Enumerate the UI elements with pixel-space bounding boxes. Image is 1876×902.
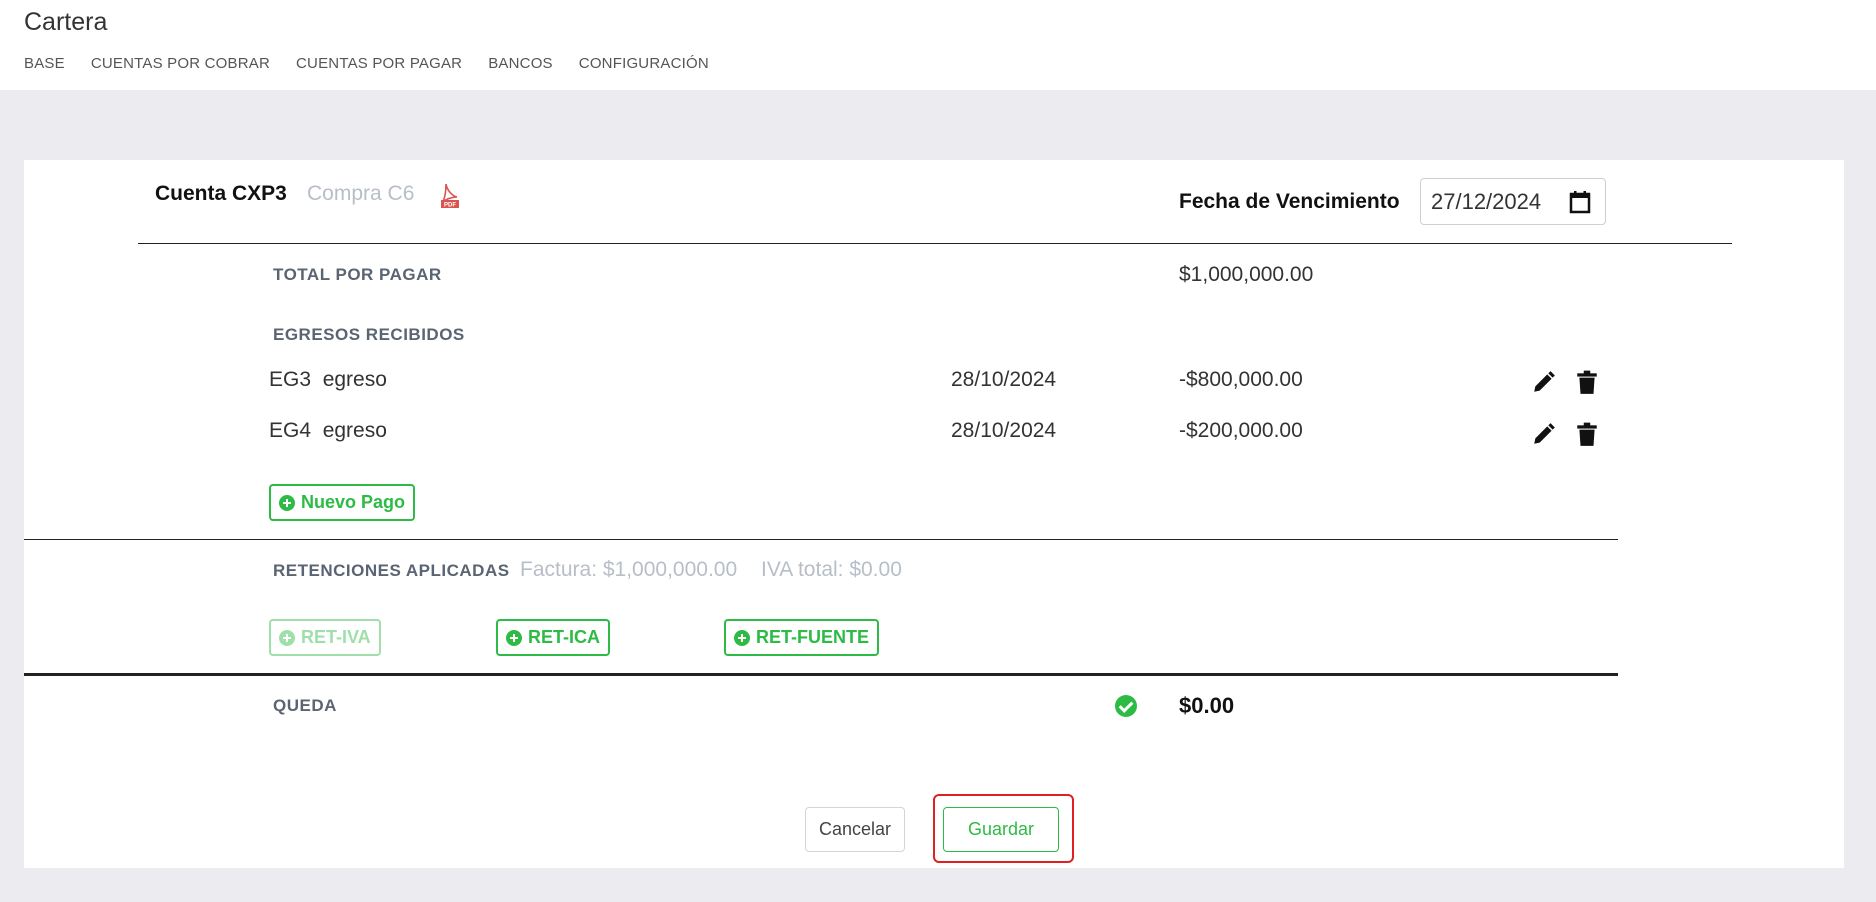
purchase-link[interactable]: Compra C6 [307,182,414,206]
ret-fuente-button[interactable]: RET-FUENTE [724,619,880,656]
main-nav: BASE CUENTAS POR COBRAR CUENTAS POR PAGA… [24,55,735,72]
header-divider [138,243,1732,244]
ret-ica-label: RET-ICA [528,627,600,647]
queda-value: $0.00 [1179,693,1235,718]
trash-icon[interactable] [1574,369,1600,395]
nav-item-base[interactable]: BASE [24,55,65,72]
egreso-amount: -$200,000.00 [1179,419,1303,442]
save-button[interactable]: Guardar [943,807,1059,852]
retenciones-label: RETENCIONES APLICADAS [273,561,510,580]
pdf-file-icon[interactable]: PDF [440,182,460,208]
plus-circle-icon [279,629,295,646]
egresos-divider [24,539,1618,540]
new-payment-label: Nuevo Pago [301,492,406,512]
iva-total: IVA total: $0.00 [761,558,902,581]
egreso-name: EG4 egreso [269,419,387,442]
app-title: Cartera [24,8,108,36]
ret-ica-button[interactable]: RET-ICA [496,619,610,656]
cancel-button[interactable]: Cancelar [805,807,905,852]
check-circle-icon [1115,695,1137,717]
svg-text:PDF: PDF [444,203,456,209]
account-title: Cuenta CXP3 [155,182,287,205]
ret-iva-button[interactable]: RET-IVA [269,619,381,656]
egresos-label: EGRESOS RECIBIDOS [273,325,465,344]
queda-label: QUEDA [273,696,337,715]
trash-icon[interactable] [1574,421,1600,447]
due-date-value: 27/12/2024 [1431,188,1542,214]
nav-item-configuracion[interactable]: CONFIGURACIÓN [579,55,709,72]
nav-item-cuentas-por-pagar[interactable]: CUENTAS POR PAGAR [296,55,462,72]
new-payment-button[interactable]: Nuevo Pago [269,484,416,521]
total-value: $1,000,000.00 [1179,263,1314,286]
egreso-date: 28/10/2024 [951,368,1057,391]
due-date-label: Fecha de Vencimiento [1179,190,1400,213]
ret-fuente-label: RET-FUENTE [756,627,870,647]
due-date-input[interactable]: 27/12/2024 [1420,178,1606,225]
edit-icon[interactable] [1531,369,1557,395]
egreso-date: 28/10/2024 [951,419,1057,442]
account-card: Cuenta CXP3 Compra C6 PDF Fecha de Venci… [24,160,1844,868]
factura-total: Factura: $1,000,000.00 [520,558,738,581]
edit-icon[interactable] [1531,421,1557,447]
plus-circle-icon [279,494,295,511]
egreso-name: EG3 egreso [269,368,387,391]
plus-circle-icon [734,629,750,646]
ret-iva-label: RET-IVA [301,627,371,647]
calendar-icon[interactable] [1569,190,1591,214]
plus-circle-icon [506,629,522,646]
top-bar: Cartera BASE CUENTAS POR COBRAR CUENTAS … [0,0,1876,90]
egreso-amount: -$800,000.00 [1179,368,1303,391]
retenciones-divider [24,673,1618,676]
nav-item-bancos[interactable]: BANCOS [488,55,553,72]
nav-item-cuentas-por-cobrar[interactable]: CUENTAS POR COBRAR [91,55,270,72]
total-label: TOTAL POR PAGAR [273,265,442,284]
